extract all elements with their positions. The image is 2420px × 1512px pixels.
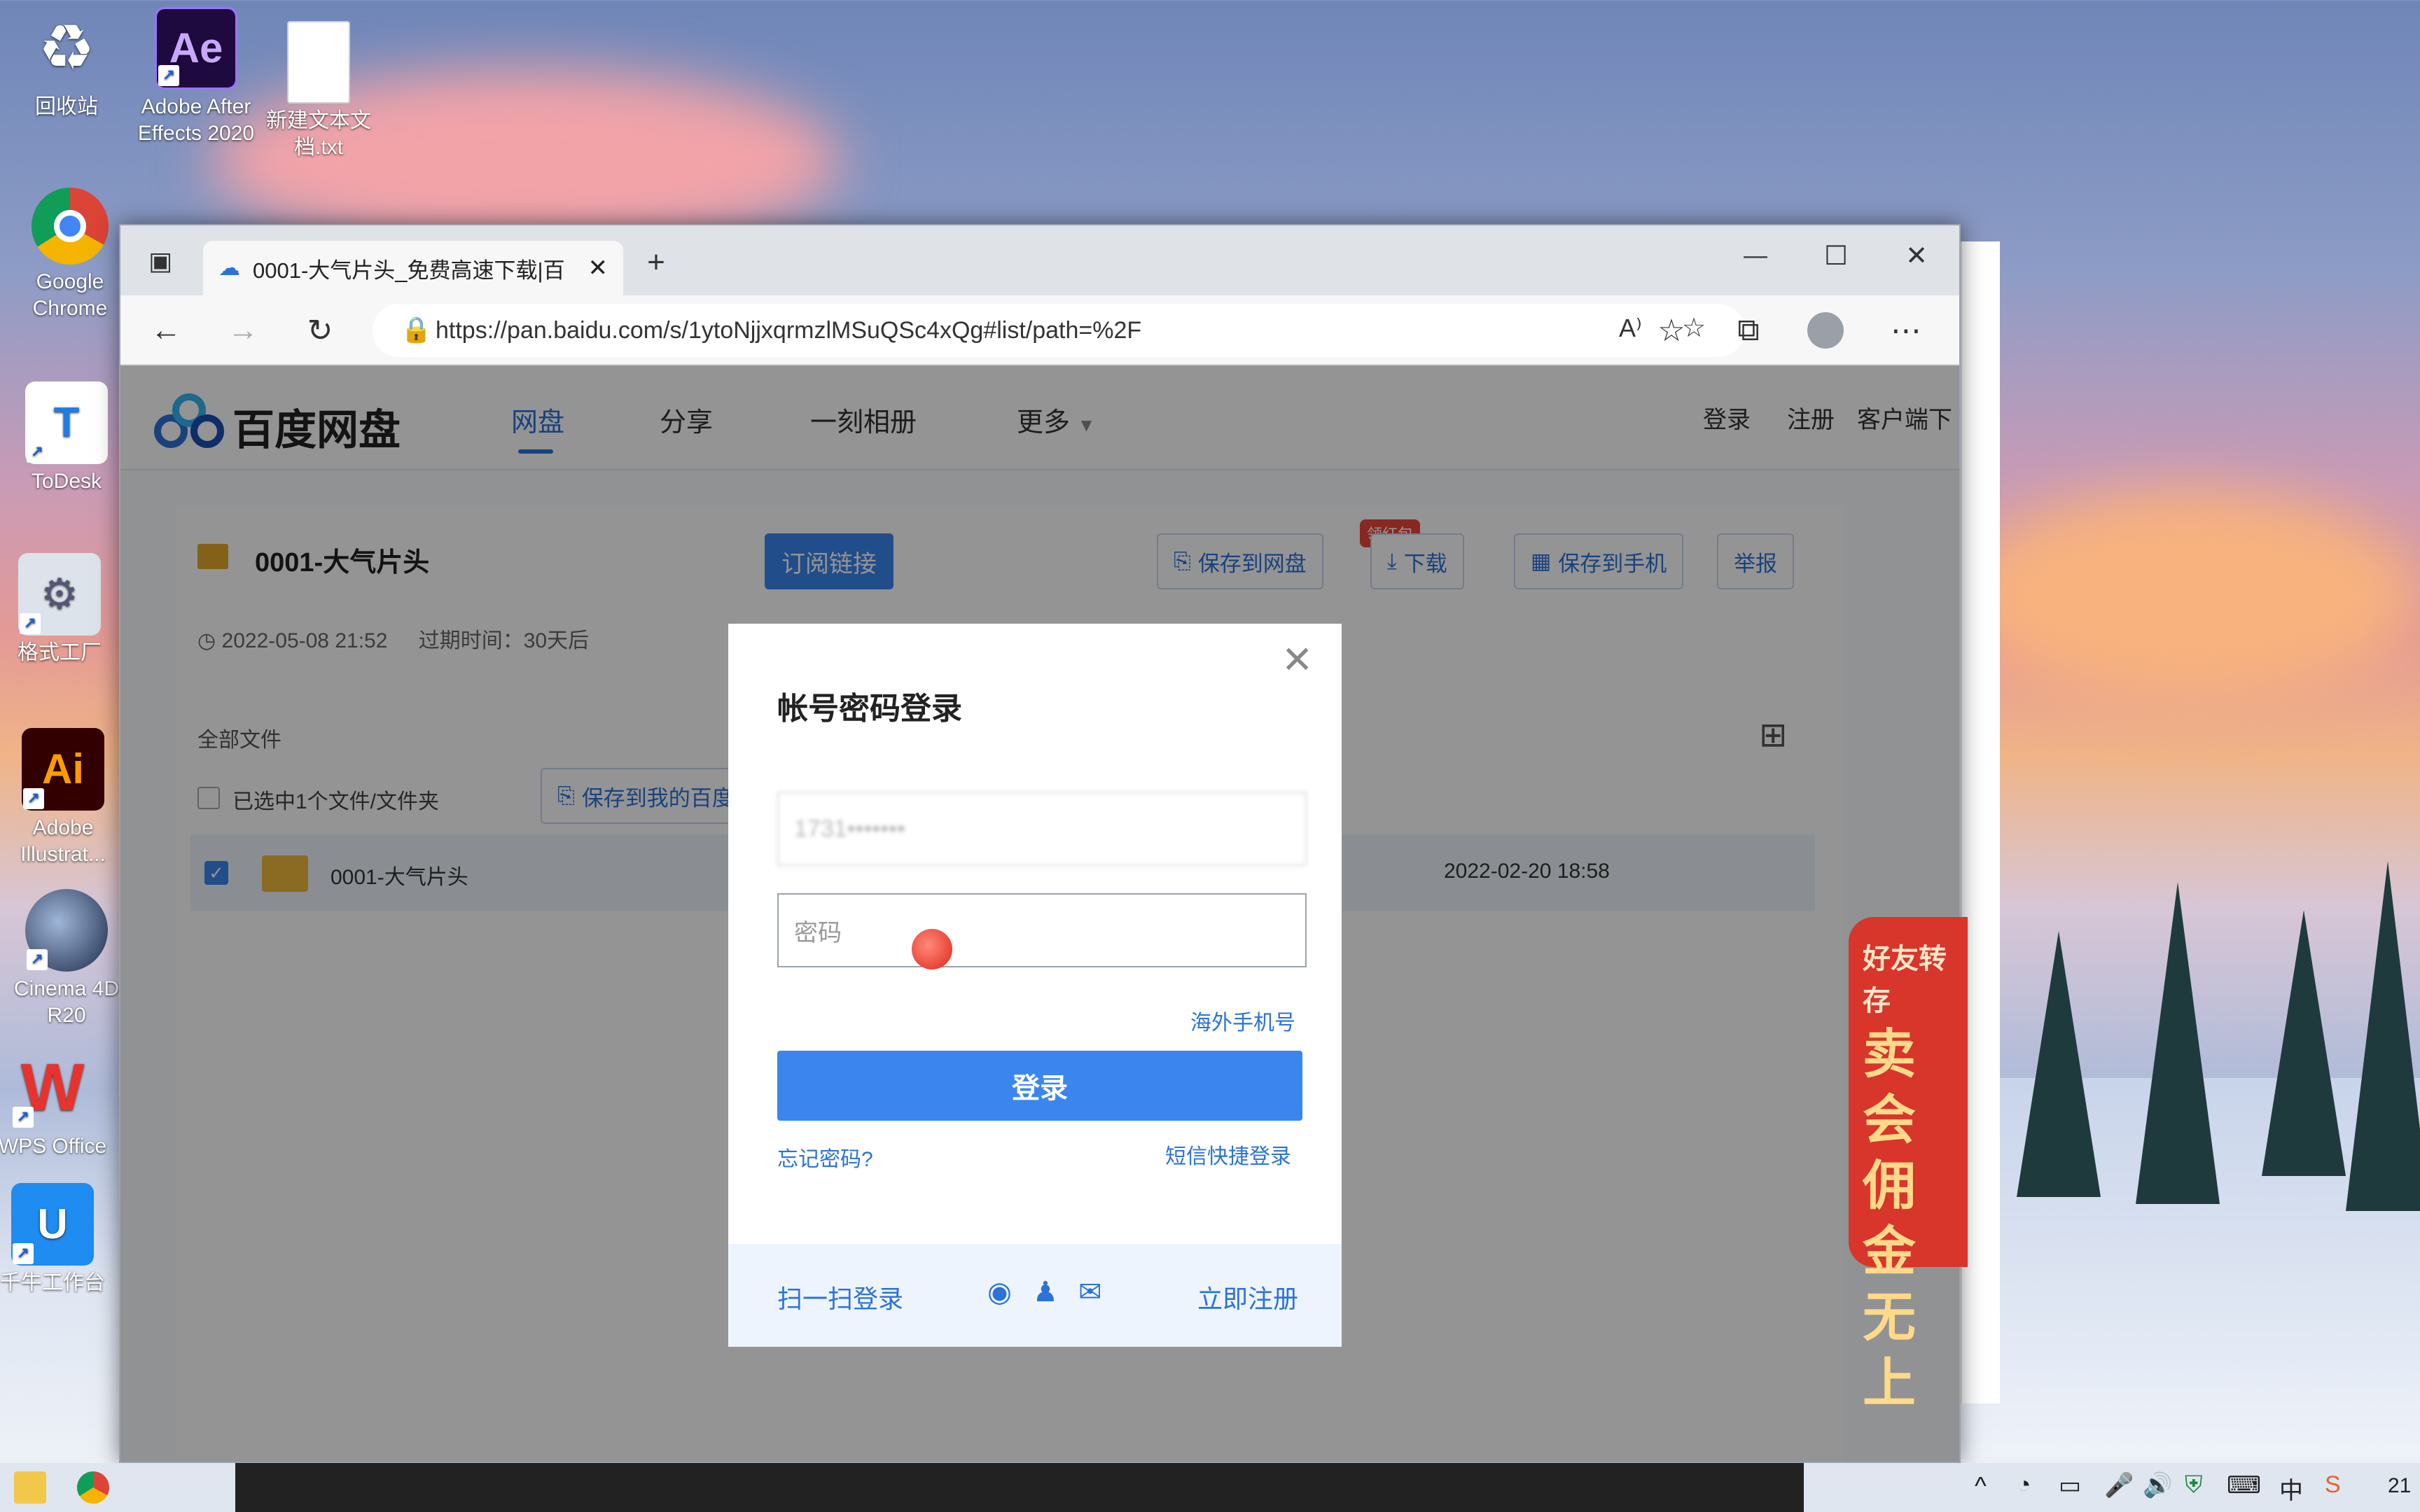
desktop-icon-format-factory[interactable]: ⚙ ↗ 格式工厂 <box>0 553 126 666</box>
url-text: https://pan.baidu.com/s/1ytoNjjxqrmzlMSu… <box>436 316 1142 344</box>
desktop-icon-qianniu[interactable]: U ↗ 千牛工作台 <box>0 1183 119 1296</box>
illustrator-icon: Ai ↗ <box>22 728 104 811</box>
password-placeholder: 密码 <box>794 919 842 946</box>
desktop-icon-wps[interactable]: W ↗ WPS Office <box>0 1046 119 1160</box>
desktop-icon-label: 格式工厂 <box>18 641 102 664</box>
modal-footer: 扫一扫登录 ◉ ♟ ✉ 立即注册 <box>728 1244 1342 1347</box>
after-effects-icon: Ae ↗ <box>155 7 237 90</box>
todesk-icon: T ↗ <box>25 382 108 464</box>
desktop-icon-cinema4d[interactable]: ↗ Cinema 4D R20 <box>0 889 133 1029</box>
browser-tab[interactable]: ☁ 0001-大气片头_免费高速下载|百 ✕ <box>203 241 623 295</box>
forward-icon[interactable]: → <box>218 306 267 355</box>
read-aloud-icon[interactable]: A⁾ <box>1619 314 1642 343</box>
desktop-icon-label: 回收站 <box>35 95 98 118</box>
modal-title: 帐号密码登录 <box>777 692 962 726</box>
overseas-phone-link[interactable]: 海外手机号 <box>1190 1005 1295 1036</box>
lock-icon: 🔒 <box>401 315 432 344</box>
tab-actions-icon[interactable]: ▣ <box>136 237 185 286</box>
show-hidden-icons-icon[interactable]: ^ <box>1975 1471 1987 1501</box>
pine-tree-icon <box>2262 910 2346 1176</box>
qr-login-link[interactable]: 扫一扫登录 <box>777 1279 903 1315</box>
url-field[interactable]: 🔒 https://pan.baidu.com/s/1ytoNjjxqrmzlM… <box>373 304 1745 357</box>
more-menu-icon[interactable]: ⋯ <box>1882 306 1931 355</box>
format-factory-icon: ⚙ ↗ <box>18 553 101 636</box>
desktop-icon-after-effects[interactable]: Ae ↗ Adobe After Effects 2020 <box>130 7 263 147</box>
desktop-icon-label: 新建文本文档.txt <box>266 109 371 159</box>
close-tab-icon[interactable]: ✕ <box>588 254 609 282</box>
ad-line: 无上 <box>1863 1288 1916 1413</box>
username-value: 1731••••••• <box>794 815 905 842</box>
password-field[interactable]: 密码 <box>777 893 1307 967</box>
wps-icon: W ↗ <box>11 1046 94 1129</box>
desktop-icon-label: 千牛工作台 <box>0 1271 105 1294</box>
cursor-indicator-icon <box>912 929 952 969</box>
ad-line: 好友转存 <box>1863 944 1947 1016</box>
clock[interactable]: 21 <box>2388 1474 2411 1498</box>
username-field[interactable]: 1731••••••• <box>777 792 1307 866</box>
keyboard-icon[interactable]: ⌨ <box>2227 1471 2261 1499</box>
chrome-taskbar-icon[interactable] <box>77 1471 109 1504</box>
collections-icon[interactable]: ⧉ <box>1724 306 1773 355</box>
tray-app-icon[interactable]: ◔ <box>2017 1471 2031 1499</box>
desktop-icon-label: WPS Office <box>0 1135 107 1158</box>
cinema4d-icon: ↗ <box>25 889 108 972</box>
pine-tree-icon <box>2346 861 2420 1211</box>
address-bar-row: ← → ↻ 🔒 https://pan.baidu.com/s/1ytoNjjx… <box>120 295 1959 365</box>
sky-glow <box>1961 490 2416 700</box>
security-shield-icon[interactable]: ⛨ <box>2185 1471 2203 1499</box>
close-icon[interactable]: ✕ <box>1281 638 1313 682</box>
favorites-icon[interactable]: ☆ <box>1647 306 1696 355</box>
ad-line: 佣金 <box>1863 1156 1916 1282</box>
weibo-icon[interactable]: ◉ <box>987 1276 1012 1308</box>
pine-tree-icon <box>2017 931 2101 1197</box>
sogou-ime-icon[interactable]: S <box>2325 1471 2341 1499</box>
minimize-icon[interactable]: — <box>1731 231 1780 280</box>
sms-login-link[interactable]: 短信快捷登录 <box>1165 1139 1291 1170</box>
new-tab-icon[interactable]: + <box>632 238 681 287</box>
wechat-icon[interactable]: ✉ <box>1078 1276 1102 1308</box>
qq-icon[interactable]: ♟ <box>1033 1276 1058 1308</box>
desktop-icon-illustrator[interactable]: Ai ↗ Adobe Illustrat... <box>0 728 130 868</box>
desktop-icon-todesk[interactable]: T ↗ ToDesk <box>0 382 133 495</box>
desktop-icon-label: Google Chrome <box>32 270 108 320</box>
forgot-password-link[interactable]: 忘记密码? <box>777 1142 873 1172</box>
microphone-icon[interactable]: 🎤 <box>2104 1471 2134 1499</box>
maximize-icon[interactable]: ☐ <box>1811 231 1861 280</box>
file-explorer-icon[interactable] <box>14 1471 46 1504</box>
recycle-bin-icon: ♻ <box>38 13 95 83</box>
battery-icon[interactable]: ▭ <box>2059 1471 2081 1499</box>
ad-line: 卖会 <box>1863 1025 1916 1150</box>
text-file-icon <box>287 21 350 104</box>
login-modal: ✕ 帐号密码登录 1731••••••• 密码 海外手机号 登录 忘记密码? 短… <box>728 624 1342 1347</box>
desktop-icon-text-file[interactable]: 新建文本文档.txt <box>252 21 385 161</box>
bottom-banner <box>235 1463 1804 1512</box>
desktop-icon-label: ToDesk <box>31 470 102 493</box>
tab-strip: ▣ ☁ 0001-大气片头_免费高速下载|百 ✕ + — ☐ ✕ <box>120 225 1959 295</box>
refresh-icon[interactable]: ↻ <box>295 306 345 355</box>
volume-icon[interactable]: 🔊 <box>2143 1471 2172 1499</box>
desktop-icon-label: Adobe After Effects 2020 <box>137 95 255 145</box>
register-now-link[interactable]: 立即注册 <box>1197 1279 1298 1315</box>
back-icon[interactable]: ← <box>141 306 190 355</box>
desktop-icon-recycle-bin[interactable]: ♻ 回收站 <box>0 7 133 120</box>
profile-avatar-icon[interactable] <box>1801 306 1850 355</box>
login-button[interactable]: 登录 <box>777 1051 1302 1121</box>
tab-title: 0001-大气片头_免费高速下载|百 <box>253 258 565 283</box>
desktop-icon-label: Cinema 4D R20 <box>13 977 120 1027</box>
qianniu-icon: U ↗ <box>11 1183 94 1266</box>
desktop-icon-label: Adobe Illustrat... <box>20 816 106 866</box>
taskbar: ^ ◔ ▭ 🎤 🔊 ⛨ ⌨ 中 S 21 <box>0 1463 2420 1512</box>
desktop-icon-chrome[interactable]: Google Chrome <box>4 188 137 322</box>
promo-ad[interactable]: 好友转存 卖会 佣金 无上 <box>1849 917 1968 1413</box>
close-window-icon[interactable]: ✕ <box>1892 231 1941 280</box>
baidu-pan-favicon-icon: ☁ <box>218 255 240 280</box>
input-method-icon[interactable]: 中 <box>2279 1471 2303 1506</box>
chrome-icon <box>32 188 109 265</box>
pine-tree-icon <box>2136 882 2220 1204</box>
